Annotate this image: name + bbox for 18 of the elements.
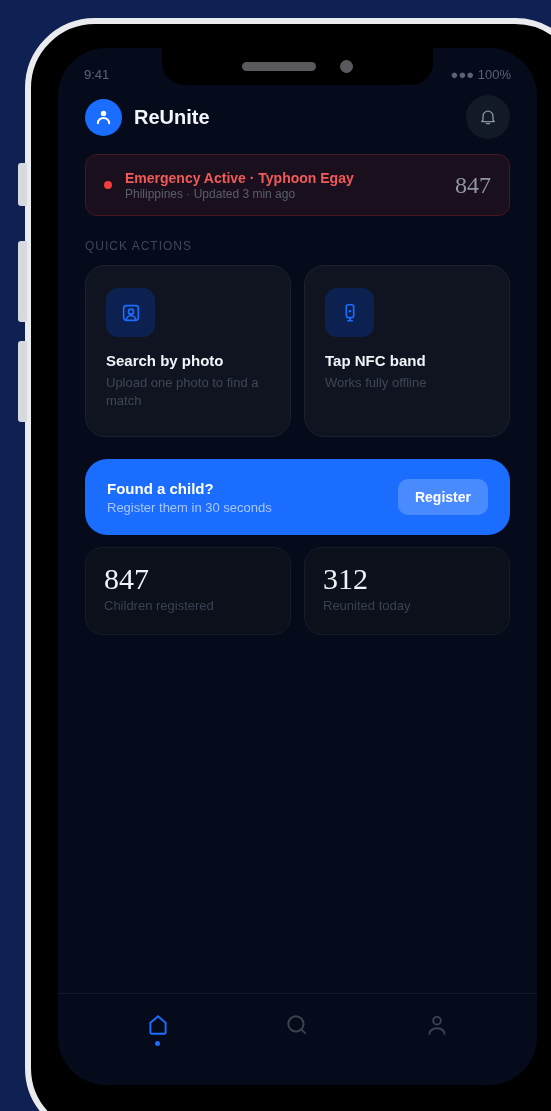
- alert-dot-icon: [104, 181, 112, 189]
- speaker-icon: [242, 62, 316, 71]
- banner-subtitle: Register them in 30 seconds: [107, 499, 273, 515]
- alert-count: 847: [455, 171, 491, 199]
- status-time: 9:41: [84, 67, 110, 82]
- notifications-button[interactable]: [466, 95, 510, 139]
- status-battery: ●●● 100%: [450, 67, 511, 82]
- stat-value: 312: [323, 562, 369, 596]
- alert-subtitle: Philippines · Updated 3 min ago: [125, 186, 297, 201]
- person-logo-icon: [85, 98, 122, 136]
- action-title: Tap NFC band: [325, 352, 427, 369]
- app-name: ReUnite: [134, 105, 211, 129]
- banner-title: Found a child?: [107, 479, 215, 497]
- camera-icon: [340, 60, 353, 73]
- section-label: QUICK ACTIONS: [85, 239, 193, 253]
- stat-value: 847: [104, 562, 150, 596]
- action-title: Search by photo: [106, 352, 225, 369]
- alert-title: Emergency Active · Typhoon Egay: [125, 169, 355, 186]
